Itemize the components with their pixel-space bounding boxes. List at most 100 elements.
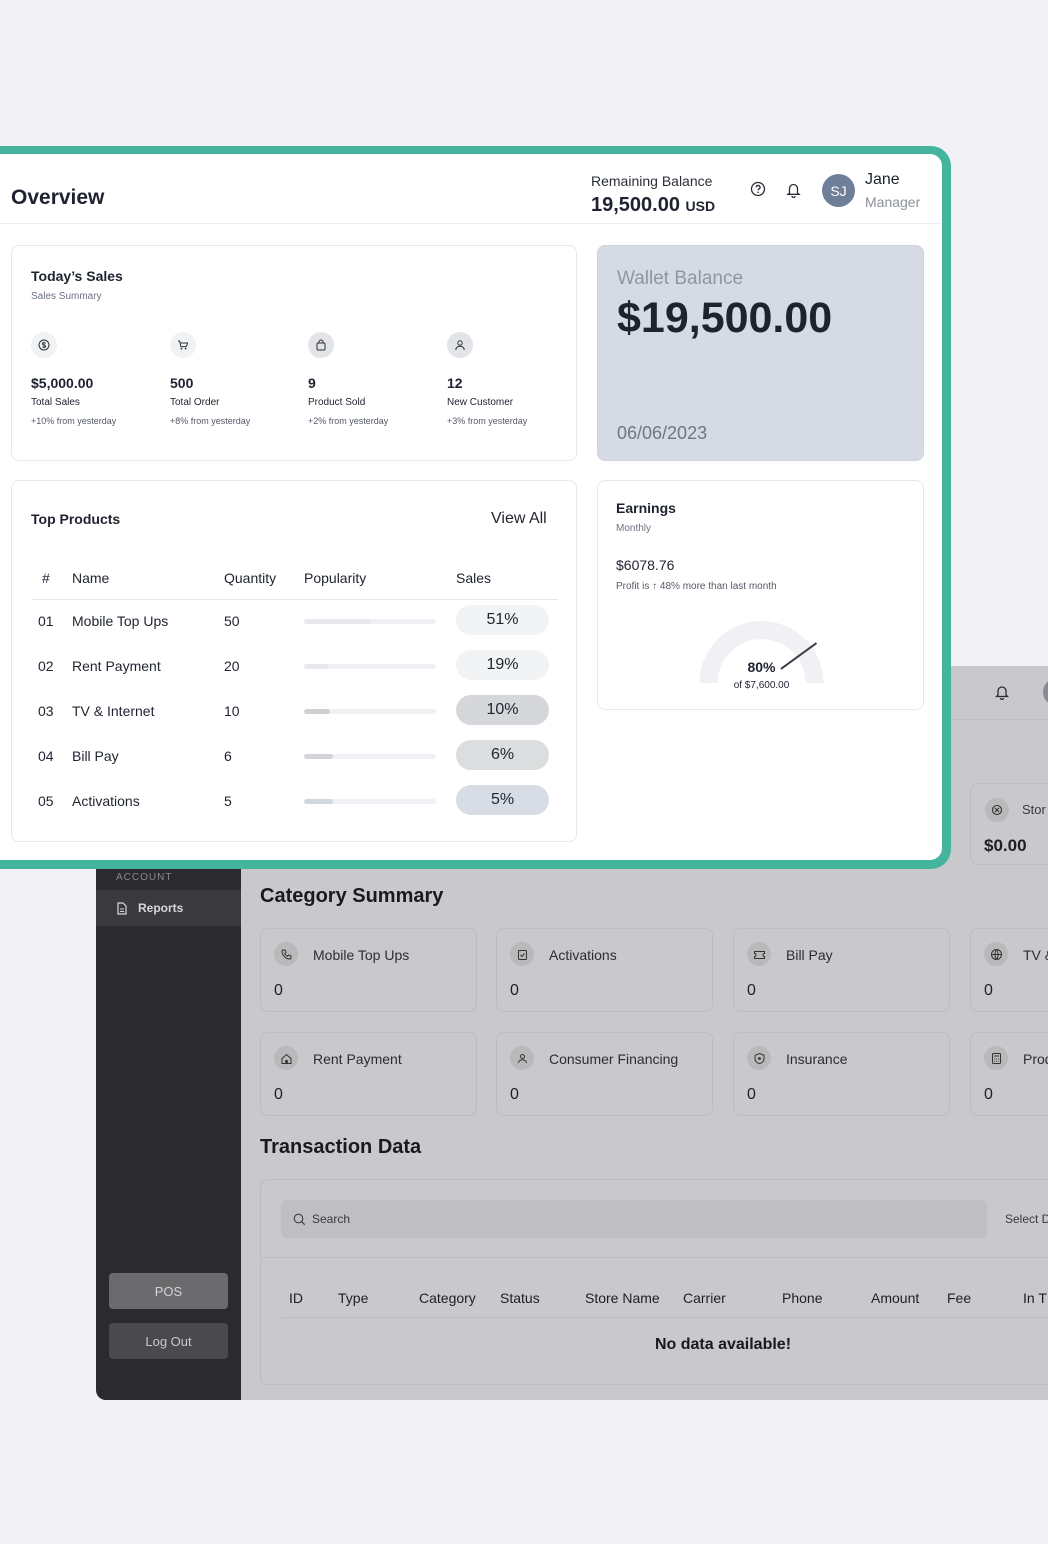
transaction-data-title: Transaction Data xyxy=(260,1136,422,1158)
column-header[interactable]: Phone xyxy=(782,1290,822,1306)
category-card[interactable]: Mobile Top Ups 0 xyxy=(260,928,477,1012)
category-label: Activations xyxy=(549,947,617,963)
users-icon xyxy=(510,1046,534,1070)
top-products-card: Top Products View All # Name Quantity Po… xyxy=(11,480,577,842)
stat-product-sold: 9 Product Sold +2% from yesterday xyxy=(308,332,438,426)
row-number: 02 xyxy=(38,658,54,674)
wallet-label: Wallet Balance xyxy=(617,268,744,289)
avatar[interactable]: SJ xyxy=(822,174,855,207)
shield-icon xyxy=(747,1046,771,1070)
stat-total-sales: $5,000.00 Total Sales +10% from yesterda… xyxy=(31,332,161,426)
category-value: 0 xyxy=(984,982,993,999)
cart-icon xyxy=(170,332,196,358)
remaining-balance-amount: 19,500.00 xyxy=(591,194,680,216)
category-card[interactable]: Rent Payment 0 xyxy=(260,1032,477,1116)
pos-button[interactable]: POS xyxy=(109,1273,228,1309)
row-number: 05 xyxy=(38,793,54,809)
popularity-fill xyxy=(304,619,372,624)
product-quantity: 5 xyxy=(224,793,232,809)
dollar-circle-icon xyxy=(31,332,57,358)
sidebar-item-label: Reports xyxy=(138,901,184,915)
cancel-circle-icon xyxy=(985,798,1009,822)
stat-new-customer: 12 New Customer +3% from yesterday xyxy=(447,332,577,426)
wallet-value: $19,500.00 xyxy=(617,294,833,342)
logout-button[interactable]: Log Out xyxy=(109,1323,228,1359)
category-value: 0 xyxy=(274,982,283,999)
calculator-icon xyxy=(984,1046,1008,1070)
column-header[interactable]: Type xyxy=(338,1290,368,1306)
stat-change: +10% from yesterday xyxy=(31,416,117,426)
stat-total-order: 500 Total Order +8% from yesterday xyxy=(170,332,300,426)
row-number: 03 xyxy=(38,703,54,719)
category-card[interactable]: Insurance 0 xyxy=(733,1032,950,1116)
phone-icon xyxy=(274,942,298,966)
date-select[interactable]: Select D xyxy=(1005,1212,1048,1226)
product-quantity: 10 xyxy=(224,703,240,719)
bell-icon[interactable] xyxy=(786,181,801,198)
sales-badge: 19% xyxy=(456,650,549,680)
earnings-card: Earnings Monthly $6078.76 Profit is ↑ 48… xyxy=(597,480,924,710)
popularity-fill xyxy=(304,754,334,759)
column-header[interactable]: Fee xyxy=(947,1290,971,1306)
column-header[interactable]: Status xyxy=(500,1290,540,1306)
search-icon xyxy=(293,1213,306,1225)
card-subtitle: Monthly xyxy=(616,523,652,534)
category-value: 0 xyxy=(984,1086,993,1103)
stat-value: $5,000.00 xyxy=(31,375,94,391)
earnings-profit-text: Profit is ↑ 48% more than last month xyxy=(616,581,777,592)
help-icon[interactable] xyxy=(750,181,766,197)
stat-change: +3% from yesterday xyxy=(447,416,528,426)
column-header[interactable]: In T xyxy=(1023,1290,1047,1306)
empty-state-text: No data available! xyxy=(654,1336,792,1353)
column-header: Name xyxy=(72,570,110,586)
card-subtitle: Sales Summary xyxy=(31,291,102,302)
search-input[interactable]: Search xyxy=(281,1200,987,1238)
category-card[interactable]: TV & 0 xyxy=(970,928,1048,1012)
column-header[interactable]: ID xyxy=(289,1290,303,1306)
category-card[interactable]: Activations 0 xyxy=(496,928,713,1012)
stat-label: Total Sales xyxy=(31,397,80,408)
column-header[interactable]: Category xyxy=(419,1290,476,1306)
bell-icon[interactable] xyxy=(995,684,1009,700)
stat-label: Product Sold xyxy=(308,397,366,408)
product-name: Mobile Top Ups xyxy=(72,613,169,629)
table-row[interactable]: 05 Activations 5 5% xyxy=(12,780,578,824)
table-row[interactable]: 01 Mobile Top Ups 50 51% xyxy=(12,600,578,644)
table-row[interactable]: 03 TV & Internet 10 10% xyxy=(12,690,578,734)
category-label: Prod xyxy=(1023,1051,1048,1067)
column-header: Quantity xyxy=(224,570,277,586)
sidebar-item-reports[interactable]: Reports xyxy=(96,890,241,926)
sales-badge: 5% xyxy=(456,785,549,815)
view-all-link[interactable]: View All xyxy=(491,510,547,528)
user-name: Jane xyxy=(865,171,900,188)
category-card[interactable]: Consumer Financing 0 xyxy=(496,1032,713,1116)
category-label: Mobile Top Ups xyxy=(313,947,410,963)
column-header: # xyxy=(42,570,50,586)
home-icon xyxy=(274,1046,298,1070)
category-card[interactable]: Prod 0 xyxy=(970,1032,1048,1116)
column-header[interactable]: Store Name xyxy=(585,1290,660,1306)
category-value: 0 xyxy=(510,1086,519,1103)
overview-panel-frame: Overview Remaining Balance 19,500.00 USD… xyxy=(0,146,951,869)
popularity-bar xyxy=(304,754,436,759)
popularity-bar xyxy=(304,619,436,624)
remaining-balance-value: 19,500.00 USD xyxy=(591,194,715,217)
user-icon xyxy=(447,332,473,358)
table-row[interactable]: 02 Rent Payment 20 19% xyxy=(12,645,578,689)
bag-icon xyxy=(308,332,334,358)
category-card[interactable]: Bill Pay 0 xyxy=(733,928,950,1012)
stat-value: 12 xyxy=(447,375,463,391)
popularity-bar xyxy=(304,799,436,804)
card-title: Top Products xyxy=(31,511,121,527)
category-label: Rent Payment xyxy=(313,1051,402,1067)
row-number: 04 xyxy=(38,748,54,764)
clipboard-check-icon xyxy=(510,942,534,966)
search-placeholder: Search xyxy=(312,1212,351,1226)
column-header[interactable]: Amount xyxy=(871,1290,919,1306)
column-header[interactable]: Carrier xyxy=(683,1290,726,1306)
stat-value: 9 xyxy=(308,375,316,391)
gauge-percent: 80% xyxy=(747,659,776,675)
table-row[interactable]: 04 Bill Pay 6 6% xyxy=(12,735,578,779)
category-label: Consumer Financing xyxy=(549,1051,679,1067)
column-header: Sales xyxy=(456,570,492,586)
